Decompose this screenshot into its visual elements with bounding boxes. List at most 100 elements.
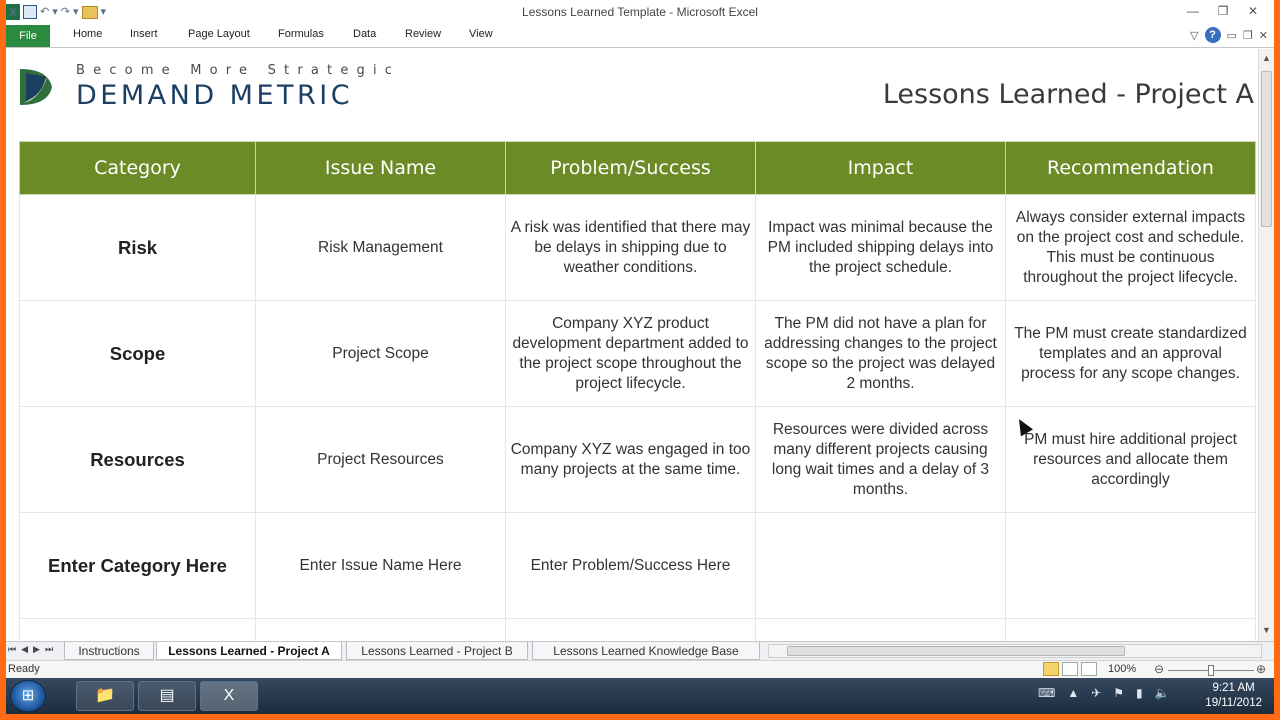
vertical-scroll-thumb[interactable] bbox=[1261, 71, 1272, 227]
volume-icon[interactable]: 🔈 bbox=[1155, 686, 1170, 700]
last-sheet-icon[interactable]: ⏭ bbox=[45, 644, 53, 655]
cell-recommendation[interactable]: PM must hire additional project resource… bbox=[1005, 406, 1256, 513]
help-icon[interactable]: ? bbox=[1204, 27, 1221, 43]
column-header-problem-success[interactable]: Problem/Success bbox=[505, 141, 756, 195]
tab-insert[interactable]: Insert bbox=[130, 28, 158, 40]
app-taskbar-icon[interactable]: ▤ bbox=[138, 681, 196, 711]
demand-metric-logo-icon bbox=[20, 69, 52, 105]
tab-data[interactable]: Data bbox=[353, 28, 376, 40]
zoom-knob[interactable] bbox=[1208, 665, 1214, 676]
sheet-tab-knowledge-base[interactable]: Lessons Learned Knowledge Base bbox=[532, 642, 760, 660]
table-row: Scope Project Scope Company XYZ product … bbox=[19, 300, 1256, 407]
zoom-in-icon[interactable]: ⊕ bbox=[1256, 662, 1266, 676]
cell-empty[interactable] bbox=[255, 618, 506, 641]
workbook-minimize-icon[interactable]: ▭ bbox=[1227, 29, 1237, 42]
cell-impact[interactable]: The PM did not have a plan for addressin… bbox=[755, 300, 1006, 407]
brand-name: DEMAND METRIC bbox=[76, 80, 354, 111]
normal-view-icon[interactable] bbox=[1043, 662, 1059, 676]
cell-impact[interactable]: Resources were divided across many diffe… bbox=[755, 406, 1006, 513]
view-buttons bbox=[1043, 662, 1097, 676]
cell-impact[interactable] bbox=[755, 512, 1006, 619]
column-header-category[interactable]: Category bbox=[19, 141, 256, 195]
zoom-level[interactable]: 100% bbox=[1108, 663, 1136, 675]
explorer-taskbar-icon[interactable]: 📁 bbox=[76, 681, 134, 711]
cell-empty[interactable] bbox=[1005, 618, 1256, 641]
keyboard-icon[interactable]: ⌨ bbox=[1038, 686, 1055, 700]
first-sheet-icon[interactable]: ⏮ bbox=[8, 644, 16, 655]
action-center-icon[interactable]: ⚑ bbox=[1113, 686, 1124, 700]
table-row: Resources Project Resources Company XYZ … bbox=[19, 406, 1256, 513]
page-break-view-icon[interactable] bbox=[1081, 662, 1097, 676]
sheet-tab-project-b[interactable]: Lessons Learned - Project B bbox=[346, 642, 528, 660]
scroll-up-icon[interactable]: ▲ bbox=[1262, 53, 1271, 63]
workbook-restore-icon[interactable]: ❐ bbox=[1243, 29, 1253, 42]
tab-view[interactable]: View bbox=[469, 28, 493, 40]
column-header-recommendation[interactable]: Recommendation bbox=[1005, 141, 1256, 195]
minimize-ribbon-icon[interactable]: ▽ bbox=[1190, 29, 1198, 42]
cell-problem[interactable]: Company XYZ was engaged in too many proj… bbox=[505, 406, 756, 513]
cell-category[interactable]: Risk bbox=[19, 194, 256, 301]
network-icon[interactable]: ▮ bbox=[1136, 686, 1143, 700]
cell-category[interactable]: Enter Category Here bbox=[19, 512, 256, 619]
cell-issue[interactable]: Project Scope bbox=[255, 300, 506, 407]
page-layout-view-icon[interactable] bbox=[1062, 662, 1078, 676]
tab-review[interactable]: Review bbox=[405, 28, 441, 40]
restore-icon[interactable]: ❐ bbox=[1210, 3, 1236, 19]
tab-page-layout[interactable]: Page Layout bbox=[188, 28, 250, 40]
tab-home[interactable]: Home bbox=[73, 28, 102, 40]
excel-taskbar-icon[interactable]: X bbox=[200, 681, 258, 711]
cell-problem[interactable]: A risk was identified that there may be … bbox=[505, 194, 756, 301]
horizontal-scrollbar[interactable] bbox=[768, 644, 1262, 658]
lessons-table: Category Issue Name Problem/Success Impa… bbox=[19, 141, 1256, 641]
cell-issue[interactable]: Risk Management bbox=[255, 194, 506, 301]
cell-issue[interactable]: Enter Issue Name Here bbox=[255, 512, 506, 619]
clock-date: 19/11/2012 bbox=[1205, 697, 1262, 709]
cell-problem[interactable]: Enter Problem/Success Here bbox=[505, 512, 756, 619]
windows-taskbar: ⊞ 📁 ▤ X ⌨ ▲ ✈ ⚑ ▮ 🔈 9:21 AM 19/11/2012 bbox=[6, 678, 1274, 714]
sheet-tab-project-a[interactable]: Lessons Learned - Project A bbox=[156, 642, 342, 660]
sheet-tab-instructions[interactable]: Instructions bbox=[64, 642, 154, 660]
status-text: Ready bbox=[8, 663, 40, 675]
plug-icon[interactable]: ✈ bbox=[1091, 686, 1101, 700]
cell-recommendation[interactable]: Always consider external impacts on the … bbox=[1005, 194, 1256, 301]
tab-formulas[interactable]: Formulas bbox=[278, 28, 324, 40]
system-tray: ⌨ ▲ ✈ ⚑ ▮ 🔈 bbox=[1038, 686, 1170, 700]
taskbar-clock[interactable]: 9:21 AM 19/11/2012 bbox=[1205, 681, 1262, 711]
column-header-impact[interactable]: Impact bbox=[755, 141, 1006, 195]
zoom-out-icon[interactable]: ⊖ bbox=[1154, 662, 1164, 676]
cell-empty[interactable] bbox=[19, 618, 256, 641]
title-bar: X ↶ ▾ ↷ ▾ ▾ Lessons Learned Template - M… bbox=[6, 0, 1274, 24]
cell-empty[interactable] bbox=[505, 618, 756, 641]
worksheet[interactable]: Become More Strategic DEMAND METRIC Less… bbox=[6, 49, 1258, 641]
zoom-slider[interactable]: ⊖ ⊕ bbox=[1152, 662, 1270, 678]
sheet-tabs-bar: ⏮ ◀ ▶ ⏭ Instructions Lessons Learned - P… bbox=[6, 641, 1274, 660]
start-button-icon[interactable]: ⊞ bbox=[10, 680, 46, 712]
excel-window: X ↶ ▾ ↷ ▾ ▾ Lessons Learned Template - M… bbox=[6, 0, 1274, 714]
ribbon-tabs: File Home Insert Page Layout Formulas Da… bbox=[6, 24, 1274, 48]
cell-empty[interactable] bbox=[755, 618, 1006, 641]
scroll-down-icon[interactable]: ▼ bbox=[1262, 625, 1271, 635]
cell-category[interactable]: Resources bbox=[19, 406, 256, 513]
next-sheet-icon[interactable]: ▶ bbox=[33, 644, 40, 655]
column-header-issue-name[interactable]: Issue Name bbox=[255, 141, 506, 195]
horizontal-scroll-thumb[interactable] bbox=[787, 646, 1125, 656]
minimize-icon[interactable]: — bbox=[1180, 3, 1206, 19]
table-row bbox=[19, 618, 1256, 641]
vertical-scrollbar[interactable]: ▲ ▼ bbox=[1258, 49, 1274, 641]
prev-sheet-icon[interactable]: ◀ bbox=[21, 644, 28, 655]
cell-problem[interactable]: Company XYZ product development departme… bbox=[505, 300, 756, 407]
clock-time: 9:21 AM bbox=[1212, 682, 1255, 694]
status-bar: Ready 100% ⊖ ⊕ bbox=[6, 660, 1274, 678]
cell-impact[interactable]: Impact was minimal because the PM includ… bbox=[755, 194, 1006, 301]
table-row: Enter Category Here Enter Issue Name Her… bbox=[19, 512, 1256, 619]
cell-recommendation[interactable]: The PM must create standardized template… bbox=[1005, 300, 1256, 407]
cell-issue[interactable]: Project Resources bbox=[255, 406, 506, 513]
page-title: Lessons Learned - Project A bbox=[882, 79, 1254, 110]
tab-file[interactable]: File bbox=[6, 25, 50, 47]
cell-recommendation[interactable] bbox=[1005, 512, 1256, 619]
close-icon[interactable]: ✕ bbox=[1240, 3, 1266, 19]
show-hidden-icons-icon[interactable]: ▲ bbox=[1067, 686, 1079, 700]
table-header-row: Category Issue Name Problem/Success Impa… bbox=[19, 141, 1256, 195]
cell-category[interactable]: Scope bbox=[19, 300, 256, 407]
workbook-close-icon[interactable]: ✕ bbox=[1259, 29, 1268, 42]
